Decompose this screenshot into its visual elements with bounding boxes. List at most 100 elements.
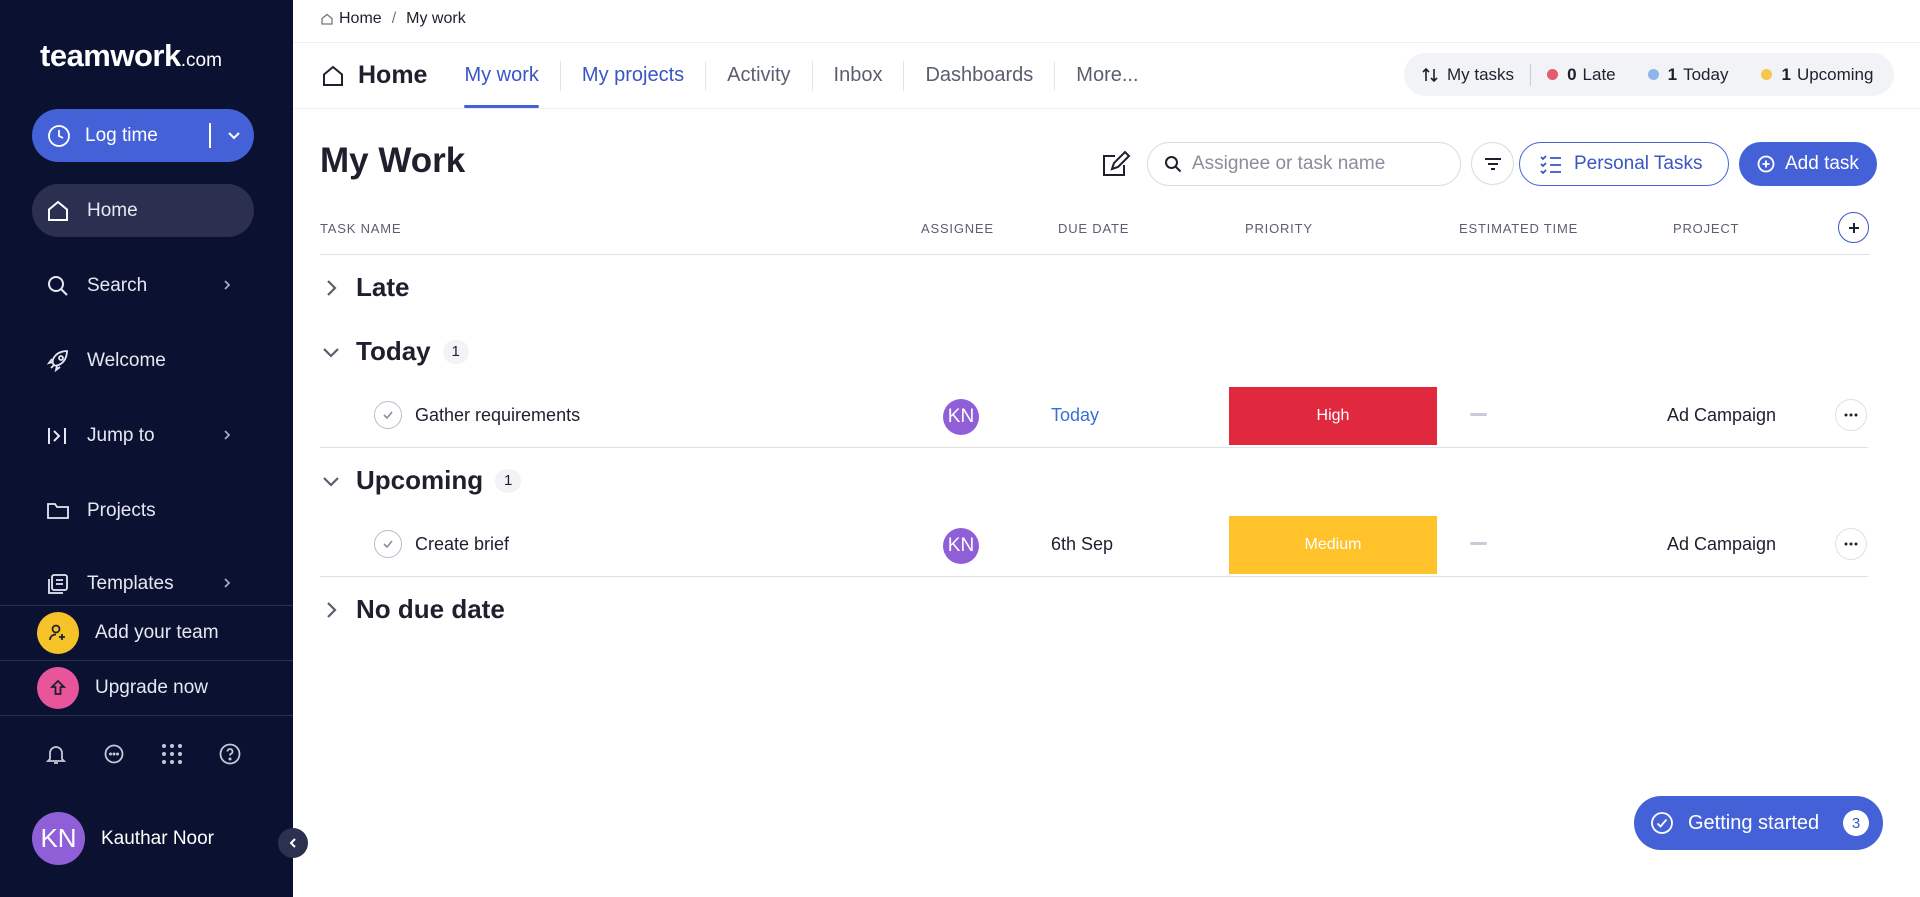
priority-badge[interactable]: High xyxy=(1229,387,1437,445)
column-header-assignee[interactable]: ASSIGNEE xyxy=(921,221,994,236)
upgrade-arrow-icon xyxy=(37,667,79,709)
group-upcoming-header[interactable]: Upcoming 1 xyxy=(320,465,522,496)
add-your-team-label: Add your team xyxy=(95,622,219,643)
group-count-badge: 1 xyxy=(495,468,522,493)
sidebar-item-search[interactable]: Search xyxy=(32,259,254,312)
sidebar-item-projects[interactable]: Projects xyxy=(32,484,254,537)
project-name[interactable]: Ad Campaign xyxy=(1667,534,1776,555)
project-name[interactable]: Ad Campaign xyxy=(1667,405,1776,426)
my-tasks-label: My tasks xyxy=(1447,64,1515,84)
chevron-down-icon[interactable] xyxy=(225,126,243,144)
complete-task-checkbox[interactable] xyxy=(374,530,402,558)
priority-badge[interactable]: Medium xyxy=(1229,516,1437,574)
chevron-right-icon xyxy=(224,578,231,588)
column-header-due-date[interactable]: DUE DATE xyxy=(1058,221,1129,236)
search-field[interactable] xyxy=(1192,153,1442,175)
filter-button[interactable] xyxy=(1471,142,1514,185)
search-icon xyxy=(48,275,68,296)
sidebar-item-jump-to[interactable]: Jump to xyxy=(32,409,254,462)
log-time-divider xyxy=(209,123,211,148)
divider xyxy=(320,576,1868,577)
folder-icon xyxy=(47,502,69,519)
home-title-label: Home xyxy=(358,61,428,89)
plus-icon xyxy=(1848,222,1859,233)
home-icon xyxy=(321,13,333,25)
chat-icon[interactable] xyxy=(102,742,126,766)
sidebar-item-home[interactable]: Home xyxy=(32,184,254,237)
add-your-team-button[interactable]: Add your team xyxy=(0,606,293,660)
sidebar-item-label: Home xyxy=(87,199,138,221)
breadcrumb-current: My work xyxy=(406,10,466,27)
task-row[interactable]: Gather requirements KN Today High Ad Cam… xyxy=(320,385,1868,445)
tab-dashboards[interactable]: Dashboards xyxy=(904,43,1054,108)
filter-icon xyxy=(1484,157,1501,170)
apps-grid-icon[interactable] xyxy=(160,742,184,766)
my-tasks-toggle[interactable]: My tasks xyxy=(1421,65,1514,85)
collapse-sidebar-button[interactable] xyxy=(278,828,308,858)
tab-activity[interactable]: Activity xyxy=(706,43,811,108)
upgrade-now-button[interactable]: Upgrade now xyxy=(0,661,293,715)
add-column-button[interactable] xyxy=(1838,212,1869,243)
assignee-avatar[interactable]: KN xyxy=(943,399,979,435)
group-today-header[interactable]: Today 1 xyxy=(320,336,469,367)
check-icon xyxy=(383,411,393,420)
sidebar: teamwork.com Log time Home Search Welcom… xyxy=(0,0,308,897)
sidebar-item-templates[interactable]: Templates xyxy=(32,557,254,610)
personal-tasks-button[interactable]: Personal Tasks xyxy=(1519,142,1729,186)
personal-tasks-label: Personal Tasks xyxy=(1574,153,1703,174)
app: teamwork.com Log time Home Search Welcom… xyxy=(0,0,1920,897)
group-no-due-date-header[interactable]: No due date xyxy=(320,594,505,625)
log-time-button[interactable]: Log time xyxy=(32,109,254,162)
tab-my-projects[interactable]: My projects xyxy=(561,43,705,108)
breadcrumb-home[interactable]: Home xyxy=(339,10,382,28)
search-icon xyxy=(1165,156,1182,173)
complete-task-checkbox[interactable] xyxy=(374,401,402,429)
more-options-button[interactable] xyxy=(1835,399,1867,431)
logo-text: teamwork xyxy=(40,38,181,73)
sidebar-item-label: Jump to xyxy=(87,424,155,446)
task-name[interactable]: Gather requirements xyxy=(415,405,580,426)
estimated-time-empty[interactable] xyxy=(1470,413,1487,416)
divider xyxy=(320,447,1868,448)
upcoming-count: 1 xyxy=(1781,64,1791,84)
due-date[interactable]: 6th Sep xyxy=(1051,534,1113,555)
sidebar-item-label: Projects xyxy=(87,499,156,521)
getting-started-button[interactable]: Getting started 3 xyxy=(1634,796,1883,850)
column-header-estimated-time[interactable]: ESTIMATED TIME xyxy=(1459,221,1578,236)
column-header-project[interactable]: PROJECT xyxy=(1673,221,1739,236)
estimated-time-empty[interactable] xyxy=(1470,542,1487,545)
getting-started-count: 3 xyxy=(1843,810,1869,836)
upcoming-stat[interactable]: 1 Upcoming xyxy=(1761,65,1873,85)
task-name[interactable]: Create brief xyxy=(415,534,509,555)
sidebar-item-welcome[interactable]: Welcome xyxy=(32,334,254,387)
tab-my-work[interactable]: My work xyxy=(443,43,559,108)
column-header-task-name[interactable]: TASK NAME xyxy=(320,221,401,236)
due-date[interactable]: Today xyxy=(1051,405,1099,426)
group-name: Upcoming xyxy=(356,465,484,495)
bell-icon[interactable] xyxy=(44,742,68,766)
clock-icon xyxy=(48,124,70,147)
more-options-button[interactable] xyxy=(1835,528,1867,560)
assignee-avatar[interactable]: KN xyxy=(943,528,979,564)
today-stat[interactable]: 1 Today xyxy=(1647,65,1728,85)
teamwork-logo[interactable]: teamwork.com xyxy=(40,38,222,74)
breadcrumb-separator: / xyxy=(391,10,397,27)
search-input[interactable] xyxy=(1147,142,1461,186)
user-name: Kauthar Noor xyxy=(101,827,215,849)
user-profile[interactable]: KN Kauthar Noor xyxy=(32,812,214,865)
column-header-priority[interactable]: PRIORITY xyxy=(1245,221,1313,236)
ellipsis-icon xyxy=(1844,413,1858,417)
late-dot xyxy=(1547,69,1559,80)
tab-more[interactable]: More... xyxy=(1055,43,1159,108)
task-row[interactable]: Create brief KN 6th Sep Medium Ad Campai… xyxy=(320,514,1868,574)
group-name: No due date xyxy=(356,594,505,624)
late-stat[interactable]: 0 Late xyxy=(1547,65,1616,85)
group-count-badge: 1 xyxy=(442,339,469,364)
help-icon[interactable] xyxy=(218,742,242,766)
add-task-button[interactable]: Add task xyxy=(1739,142,1877,186)
tab-inbox[interactable]: Inbox xyxy=(813,43,904,108)
late-count: 0 xyxy=(1567,64,1577,84)
logo-suffix: .com xyxy=(180,50,222,71)
notes-icon[interactable] xyxy=(1098,148,1132,182)
group-late-header[interactable]: Late xyxy=(320,272,409,303)
